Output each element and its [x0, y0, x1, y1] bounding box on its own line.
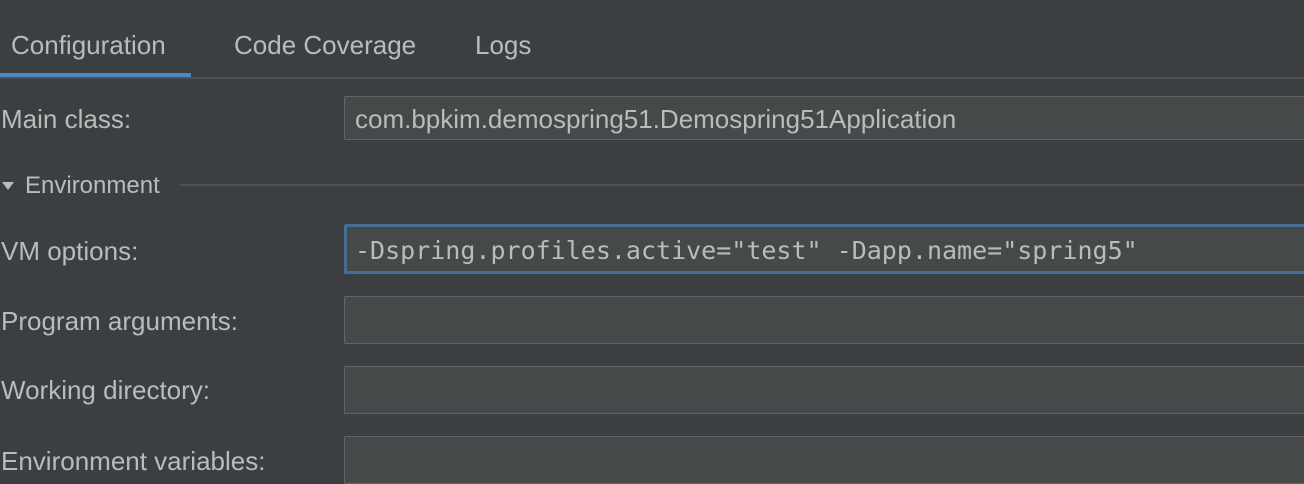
- section-divider: [180, 184, 1304, 186]
- program-arguments-field[interactable]: [344, 296, 1304, 344]
- main-class-label: Main class:: [1, 104, 132, 134]
- main-class-value: com.bpkim.demospring51.Demospring51Appli…: [355, 104, 957, 134]
- vm-options-value: -Dspring.profiles.active="test" -Dapp.na…: [355, 236, 1138, 265]
- main-class-field[interactable]: com.bpkim.demospring51.Demospring51Appli…: [344, 96, 1304, 140]
- working-directory-label: Working directory:: [1, 375, 211, 405]
- tab-bar-divider: [0, 77, 1304, 79]
- environment-section: Environment: [0, 168, 1304, 204]
- tab-bar: Configuration Code Coverage Logs: [0, 0, 1304, 79]
- environment-variables-label: Environment variables:: [1, 446, 266, 476]
- tab-code-coverage[interactable]: Code Coverage: [234, 30, 416, 61]
- vm-options-label: VM options:: [1, 236, 139, 266]
- environment-section-label[interactable]: Environment: [25, 172, 160, 200]
- tab-configuration[interactable]: Configuration: [0, 30, 191, 77]
- environment-variables-field[interactable]: [344, 436, 1304, 484]
- tab-logs[interactable]: Logs: [475, 30, 531, 61]
- program-arguments-label: Program arguments:: [1, 306, 238, 336]
- vm-options-field[interactable]: -Dspring.profiles.active="test" -Dapp.na…: [344, 224, 1304, 274]
- chevron-down-icon[interactable]: [2, 182, 14, 190]
- working-directory-field[interactable]: [344, 366, 1304, 414]
